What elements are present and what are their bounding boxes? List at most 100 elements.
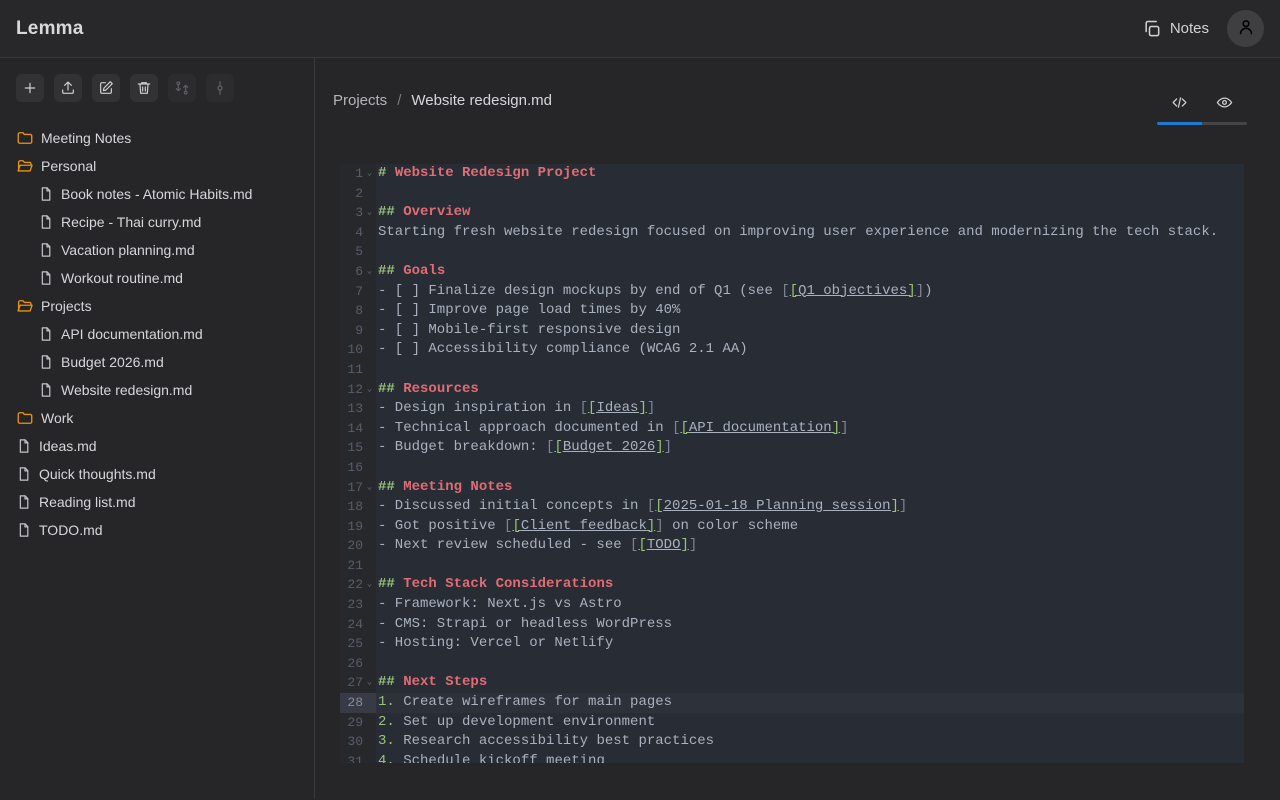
line-content[interactable] [376,556,1244,576]
editor-line-25[interactable]: 25- Hosting: Vercel or Netlify [340,634,1244,654]
tree-item-meeting-notes[interactable]: Meeting Notes [0,124,314,152]
md-segment-ibr[interactable]: ] [832,420,840,436]
editor-line-8[interactable]: 8- [ ] Improve page load times by 40% [340,301,1244,321]
md-segment-ibr[interactable]: [ [790,283,798,299]
line-content[interactable]: - Framework: Next.js vs Astro [376,595,1244,615]
tree-item-personal[interactable]: Personal [0,152,314,180]
md-segment-ibr[interactable]: ] [638,400,646,416]
wiki-link[interactable]: 2025-01-18 Planning session [664,498,891,514]
line-content[interactable]: - Budget breakdown: [[Budget 2026]] [376,438,1244,458]
editor-line-10[interactable]: 10- [ ] Accessibility compliance (WCAG 2… [340,340,1244,360]
line-content[interactable] [376,360,1244,380]
editor-line-4[interactable]: 4Starting fresh website redesign focused… [340,223,1244,243]
editor-line-6[interactable]: 6⌄## Goals [340,262,1244,282]
notes-nav-button[interactable]: Notes [1138,13,1213,45]
chevron-down-icon[interactable]: ⌄ [363,164,376,184]
md-segment-ibr[interactable]: [ [512,518,520,534]
editor-line-28[interactable]: 281. Create wireframes for main pages [340,693,1244,713]
line-content[interactable]: - CMS: Strapi or headless WordPress [376,615,1244,635]
line-content[interactable]: - Hosting: Vercel or Netlify [376,634,1244,654]
editor-line-18[interactable]: 18- Discussed initial concepts in [[2025… [340,497,1244,517]
editor-line-5[interactable]: 5 [340,242,1244,262]
editor-line-15[interactable]: 15- Budget breakdown: [[Budget 2026]] [340,438,1244,458]
line-content[interactable]: - [ ] Accessibility compliance (WCAG 2.1… [376,340,1244,360]
wiki-link[interactable]: Budget 2026 [563,439,655,455]
line-content[interactable] [376,242,1244,262]
line-content[interactable]: ## Overview [376,203,1244,223]
editor-line-26[interactable]: 26 [340,654,1244,674]
editor-line-30[interactable]: 303. Research accessibility best practic… [340,732,1244,752]
editor-line-22[interactable]: 22⌄## Tech Stack Considerations [340,575,1244,595]
line-content[interactable]: - Technical approach documented in [[API… [376,419,1244,439]
line-content[interactable]: ## Goals [376,262,1244,282]
upload-button[interactable] [54,74,82,102]
tree-item-vacation-planning-md[interactable]: Vacation planning.md [0,236,314,264]
avatar-button[interactable] [1227,10,1264,47]
md-segment-ibr[interactable]: ] [907,283,915,299]
line-content[interactable]: 4. Schedule kickoff meeting [376,752,1244,763]
editor-line-17[interactable]: 17⌄## Meeting Notes [340,478,1244,498]
source-view-tab[interactable] [1157,92,1202,122]
tree-item-budget-2026-md[interactable]: Budget 2026.md [0,348,314,376]
editor-line-12[interactable]: 12⌄## Resources [340,380,1244,400]
tree-item-projects[interactable]: Projects [0,292,314,320]
line-content[interactable]: ## Tech Stack Considerations [376,575,1244,595]
wiki-link[interactable]: Ideas [596,400,638,416]
md-segment-ibr[interactable]: ] [680,537,688,553]
line-content[interactable]: 3. Research accessibility best practices [376,732,1244,752]
editor-line-14[interactable]: 14- Technical approach documented in [[A… [340,419,1244,439]
editor-line-13[interactable]: 13- Design inspiration in [[Ideas]] [340,399,1244,419]
wiki-link[interactable]: Client feedback [521,518,647,534]
editor-line-24[interactable]: 24- CMS: Strapi or headless WordPress [340,615,1244,635]
tree-item-recipe-thai-curry-md[interactable]: Recipe - Thai curry.md [0,208,314,236]
preview-view-tab[interactable] [1202,92,1247,122]
line-content[interactable]: ## Next Steps [376,673,1244,693]
editor-line-27[interactable]: 27⌄## Next Steps [340,673,1244,693]
breadcrumb-folder[interactable]: Projects [333,92,387,109]
md-segment-ibr[interactable]: [ [655,498,663,514]
line-content[interactable]: 1. Create wireframes for main pages [376,693,1244,713]
md-segment-ibr[interactable]: ] [655,439,663,455]
line-content[interactable]: # Website Redesign Project [376,164,1244,184]
line-content[interactable]: Starting fresh website redesign focused … [376,223,1244,243]
chevron-down-icon[interactable]: ⌄ [363,262,376,282]
chevron-down-icon[interactable]: ⌄ [363,203,376,223]
editor-line-11[interactable]: 11 [340,360,1244,380]
chevron-down-icon[interactable]: ⌄ [363,478,376,498]
line-content[interactable]: - [ ] Mobile-first responsive design [376,321,1244,341]
line-content[interactable] [376,654,1244,674]
editor-line-3[interactable]: 3⌄## Overview [340,203,1244,223]
wiki-link[interactable]: API documentation [689,420,832,436]
editor-line-1[interactable]: 1⌄# Website Redesign Project [340,164,1244,184]
editor-line-19[interactable]: 19- Got positive [[Client feedback]] on … [340,517,1244,537]
tree-item-book-notes-atomic-habits-md[interactable]: Book notes - Atomic Habits.md [0,180,314,208]
markdown-editor[interactable]: 1⌄# Website Redesign Project23⌄## Overvi… [340,164,1244,763]
line-content[interactable]: - Got positive [[Client feedback]] on co… [376,517,1244,537]
edit-button[interactable] [92,74,120,102]
line-content[interactable] [376,184,1244,204]
line-content[interactable]: - [ ] Finalize design mockups by end of … [376,282,1244,302]
line-content[interactable] [376,458,1244,478]
tree-item-website-redesign-md[interactable]: Website redesign.md [0,376,314,404]
line-content[interactable]: - [ ] Improve page load times by 40% [376,301,1244,321]
md-segment-ibr[interactable]: [ [680,420,688,436]
editor-line-23[interactable]: 23- Framework: Next.js vs Astro [340,595,1244,615]
tree-item-work[interactable]: Work [0,404,314,432]
line-content[interactable]: - Next review scheduled - see [[TODO]] [376,536,1244,556]
delete-button[interactable] [130,74,158,102]
editor-line-29[interactable]: 292. Set up development environment [340,713,1244,733]
chevron-down-icon[interactable]: ⌄ [363,575,376,595]
line-content[interactable]: - Discussed initial concepts in [[2025-0… [376,497,1244,517]
tree-item-workout-routine-md[interactable]: Workout routine.md [0,264,314,292]
tree-item-api-documentation-md[interactable]: API documentation.md [0,320,314,348]
editor-line-21[interactable]: 21 [340,556,1244,576]
wiki-link[interactable]: TODO [647,537,681,553]
editor-line-20[interactable]: 20- Next review scheduled - see [[TODO]] [340,536,1244,556]
chevron-down-icon[interactable]: ⌄ [363,673,376,693]
tree-item-reading-list-md[interactable]: Reading list.md [0,488,314,516]
tree-item-ideas-md[interactable]: Ideas.md [0,432,314,460]
editor-line-9[interactable]: 9- [ ] Mobile-first responsive design [340,321,1244,341]
md-segment-ibr[interactable]: [ [638,537,646,553]
line-content[interactable]: ## Meeting Notes [376,478,1244,498]
chevron-down-icon[interactable]: ⌄ [363,380,376,400]
